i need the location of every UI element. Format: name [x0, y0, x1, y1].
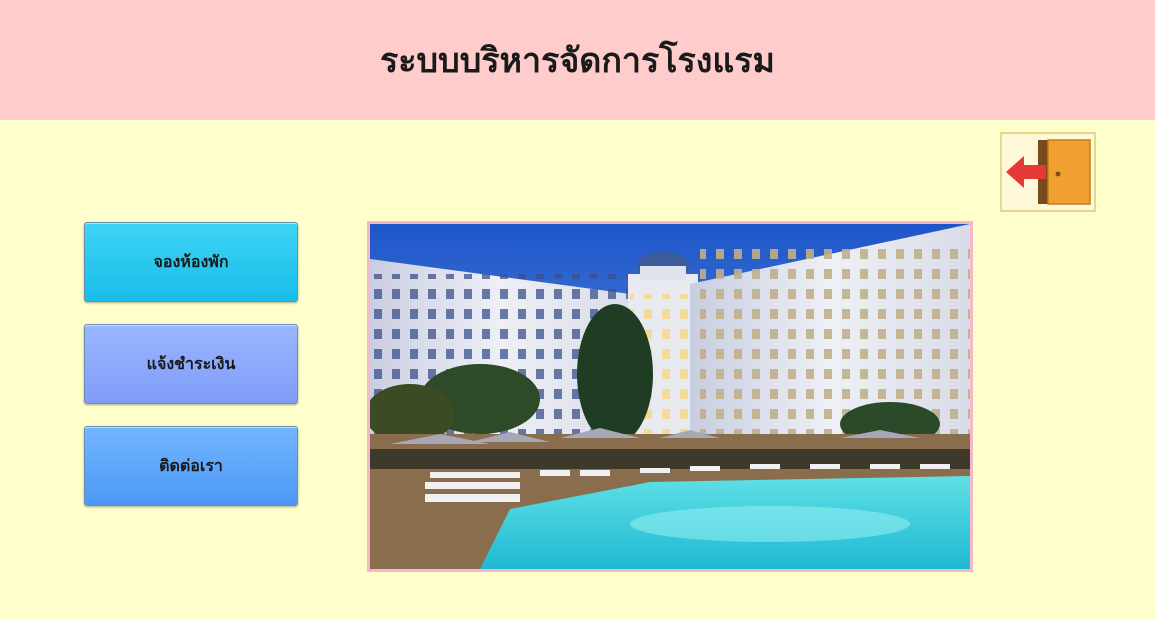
- exit-door-icon: [1006, 139, 1091, 205]
- page-title: ระบบบริหารจัดการโรงแรม: [380, 41, 775, 81]
- payment-notice-label: แจ้งชำระเงิน: [146, 353, 236, 373]
- contact-us-button[interactable]: ติดต่อเรา: [84, 426, 298, 506]
- book-room-label: จองห้องพัก: [153, 251, 229, 271]
- payment-notice-button[interactable]: แจ้งชำระเงิน: [84, 324, 298, 404]
- book-room-button[interactable]: จองห้องพัก: [84, 222, 298, 302]
- exit-button[interactable]: [1000, 132, 1096, 212]
- hotel-photo: [367, 221, 973, 572]
- header-bar: ระบบบริหารจัดการโรงแรม: [0, 0, 1155, 120]
- contact-us-label: ติดต่อเรา: [159, 455, 223, 475]
